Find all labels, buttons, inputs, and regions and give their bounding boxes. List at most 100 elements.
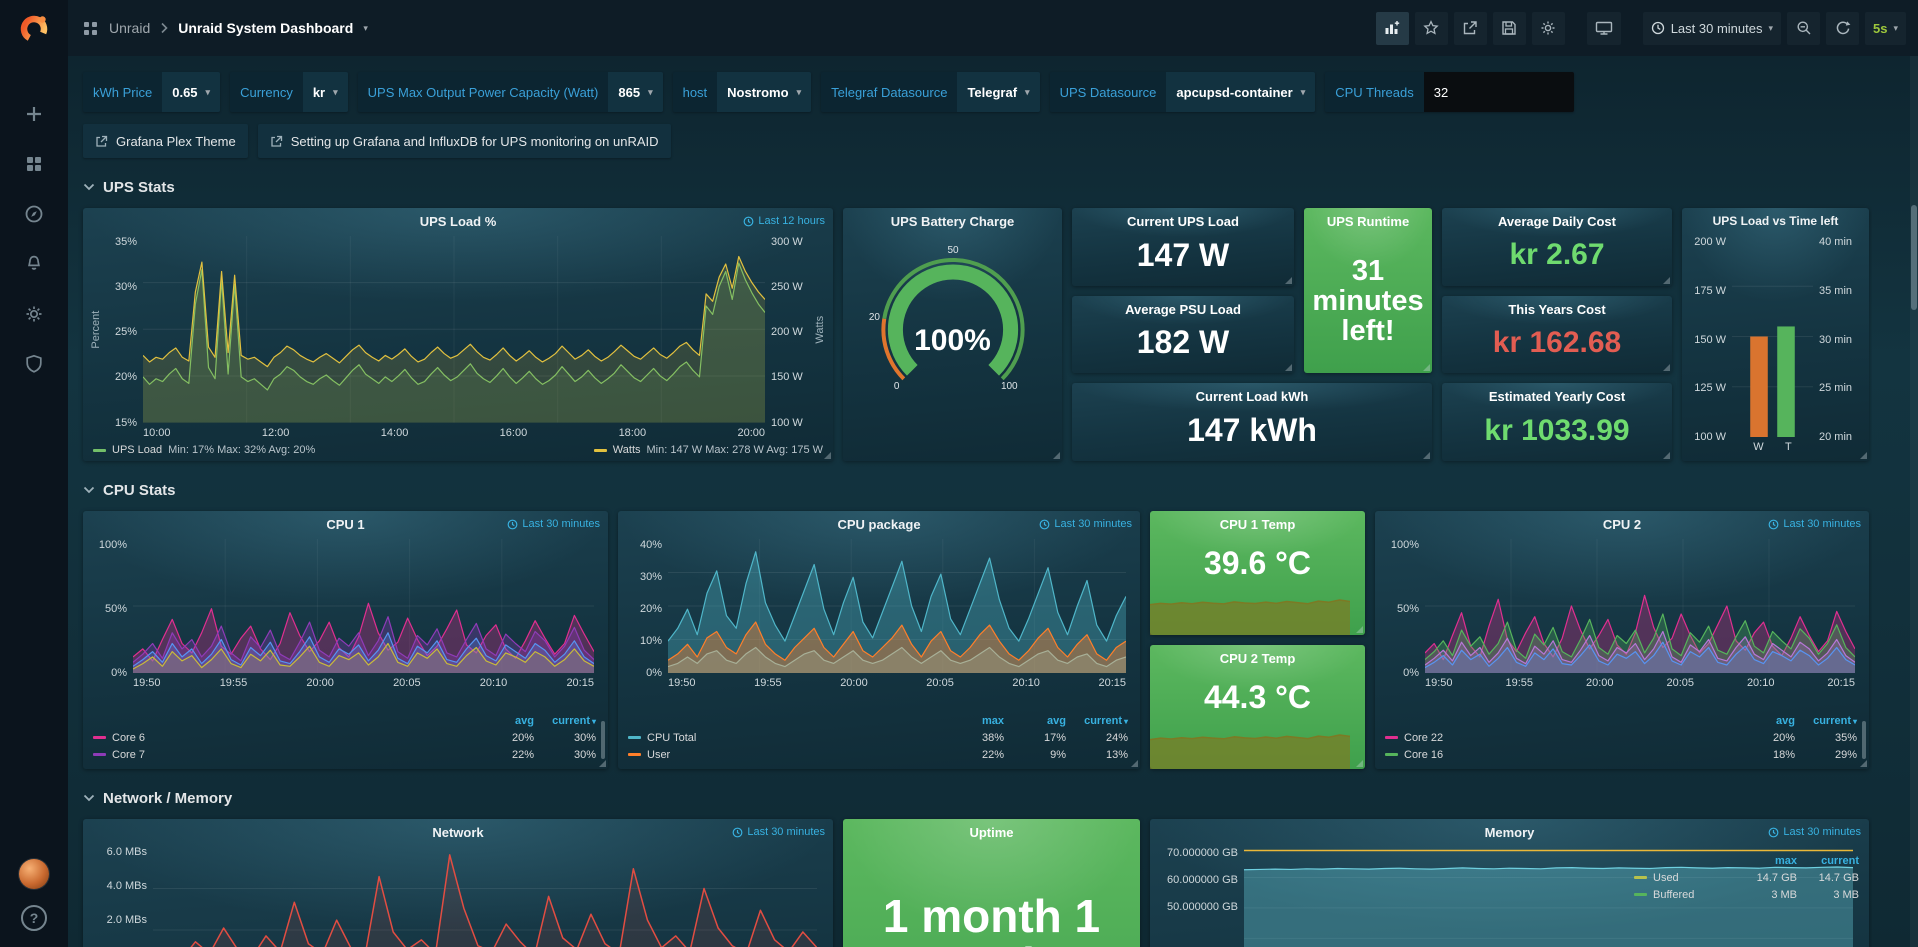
legend-col-header[interactable]: current [1066,715,1128,727]
panel-resize-handle[interactable] [1663,364,1670,371]
section-network-memory[interactable]: Network / Memory [83,787,1857,809]
panel-title[interactable]: Current UPS Load [1072,214,1294,229]
legend-col-header[interactable]: current [1795,715,1857,727]
legend-row[interactable]: Core 22 20% 35% [1385,729,1857,746]
panel-title[interactable]: Average PSU Load [1072,302,1294,317]
variable-value-dropdown[interactable]: Nostromo▾ [717,72,811,112]
panel-resize-handle[interactable] [1860,452,1867,459]
variable-value-dropdown[interactable]: apcupsd-container▾ [1166,72,1315,112]
link-ups-monitoring-guide[interactable]: Setting up Grafana and InfluxDB for UPS … [258,124,671,158]
variable-value-dropdown[interactable]: kr▾ [303,72,348,112]
help-icon[interactable]: ? [21,905,47,931]
legend-col-header[interactable]: max [942,715,1004,727]
legend-row[interactable]: User 22% 9% 13% [628,746,1128,763]
panel-title[interactable]: CPU 2 Temp [1150,651,1365,666]
variable-value-dropdown[interactable]: 0.65▾ [162,72,220,112]
user-avatar[interactable] [19,859,49,889]
axis-tick: 20:15 [1827,677,1855,689]
panel-memory: Memory Last 30 minutes 70.000000 GB60.00… [1150,819,1869,947]
panel-resize-handle[interactable] [599,760,606,767]
variable-value-dropdown[interactable]: 865▾ [608,72,662,112]
panel-resize-handle[interactable] [1663,452,1670,459]
legend-entry[interactable]: Watts Min: 147 W Max: 278 W Avg: 175 W [594,444,823,456]
page-scrollbar-thumb[interactable] [1911,205,1917,310]
legend-row[interactable]: CPU Total 38% 17% 24% [628,729,1128,746]
panel-ups-load: UPS Load % Last 12 hours Percent 35%30%2… [83,208,833,461]
panel-resize-handle[interactable] [1131,760,1138,767]
panel-resize-handle[interactable] [1053,452,1060,459]
section-ups-stats[interactable]: UPS Stats [83,176,1857,198]
y-axis-ticks-right: 40 min35 min30 min25 min20 min [1813,236,1865,437]
grafana-logo[interactable] [0,0,68,58]
x-axis-ticks: 10:0012:0014:0016:0018:0020:00 [143,423,765,439]
legend-col-header[interactable]: avg [1733,715,1795,727]
panel-title[interactable]: Memory [1150,819,1869,845]
panel-title[interactable]: UPS Battery Charge [843,208,1062,234]
create-plus-icon[interactable] [22,102,46,126]
breadcrumb-dashboard-title[interactable]: Unraid System Dashboard [178,20,353,36]
panel-resize-handle[interactable] [1663,277,1670,284]
panel-title[interactable]: CPU 1 Temp [1150,517,1365,532]
page-scrollbar-track[interactable] [1910,56,1918,947]
panel-title[interactable]: Uptime [843,825,1140,840]
server-admin-shield-icon[interactable] [22,352,46,376]
panel-resize-handle[interactable] [1423,452,1430,459]
cpu-threads-input[interactable] [1424,72,1574,112]
panel-title[interactable]: Current Load kWh [1072,389,1432,404]
panel-resize-handle[interactable] [1285,364,1292,371]
legend-col-header[interactable]: avg [472,715,534,727]
star-dashboard-button[interactable] [1415,12,1448,45]
time-range-picker[interactable]: Last 30 minutes ▾ [1643,12,1781,45]
legend-scrollbar[interactable] [601,721,605,759]
panel-title[interactable]: Average Daily Cost [1442,214,1672,229]
explore-compass-icon[interactable] [22,202,46,226]
panel-resize-handle[interactable] [1356,626,1363,633]
legend-row[interactable]: Buffered 3 MB 3 MB [1634,886,1859,903]
panel-resize-handle[interactable] [1423,364,1430,371]
legend-col-header[interactable]: max [1735,855,1797,867]
save-dashboard-button[interactable] [1493,12,1526,45]
legend-row[interactable]: Core 7 22% 30% [93,746,596,763]
dashboard-settings-gear-button[interactable] [1532,12,1565,45]
legend-col-header[interactable]: current [534,715,596,727]
top-navbar: Unraid Unraid System Dashboard ▾ Last 3 [68,0,1918,56]
add-panel-button[interactable] [1376,12,1409,45]
dashboard-caret-down-icon[interactable]: ▾ [363,23,368,34]
legend-scrollbar[interactable] [1862,721,1866,759]
cycle-view-monitor-button[interactable] [1587,12,1621,45]
axis-tick: 30% [103,281,137,293]
panel-title[interactable]: Network [83,819,833,845]
configuration-gear-icon[interactable] [22,302,46,326]
variable-cpu-threads: CPU Threads [1325,72,1574,112]
dashboards-icon[interactable] [22,152,46,176]
panel-title[interactable]: UPS Runtime [1304,214,1432,229]
share-dashboard-button[interactable] [1454,12,1487,45]
panel-title[interactable]: UPS Load vs Time left [1682,208,1869,234]
panel-title[interactable]: Estimated Yearly Cost [1442,389,1672,404]
legend-row[interactable]: Core 6 20% 30% [93,729,596,746]
variable-value-dropdown[interactable]: Telegraf▾ [957,72,1039,112]
legend-col-header[interactable]: avg [1004,715,1066,727]
refresh-button[interactable] [1826,12,1859,45]
breadcrumb-folder[interactable]: Unraid [109,20,150,36]
alerting-bell-icon[interactable] [22,252,46,276]
panel-resize-handle[interactable] [824,452,831,459]
zoom-out-button[interactable] [1787,12,1820,45]
link-grafana-plex-theme[interactable]: Grafana Plex Theme [83,124,248,158]
refresh-interval-picker[interactable]: 5s ▾ [1865,12,1906,45]
panel-resize-handle[interactable] [1356,760,1363,767]
panel-resize-handle[interactable] [1285,277,1292,284]
legend-entry[interactable]: UPS Load Min: 17% Max: 32% Avg: 20% [93,444,315,456]
legend-col-header[interactable]: current [1797,855,1859,867]
legend-row[interactable]: Used 14.7 GB 14.7 GB [1634,869,1859,886]
legend-swatch [1385,753,1398,756]
section-cpu-stats[interactable]: CPU Stats [83,479,1857,501]
panel-title[interactable]: UPS Load % [83,208,833,234]
legend-row[interactable]: Core 16 18% 29% [1385,746,1857,763]
apps-grid-icon[interactable] [82,20,99,37]
axis-tick: 19:55 [1505,677,1533,689]
panel-resize-handle[interactable] [1860,760,1867,767]
stat-value: 182 W [1072,317,1294,374]
panel-title[interactable]: This Years Cost [1442,302,1672,317]
legend-header: max current [1634,853,1859,869]
